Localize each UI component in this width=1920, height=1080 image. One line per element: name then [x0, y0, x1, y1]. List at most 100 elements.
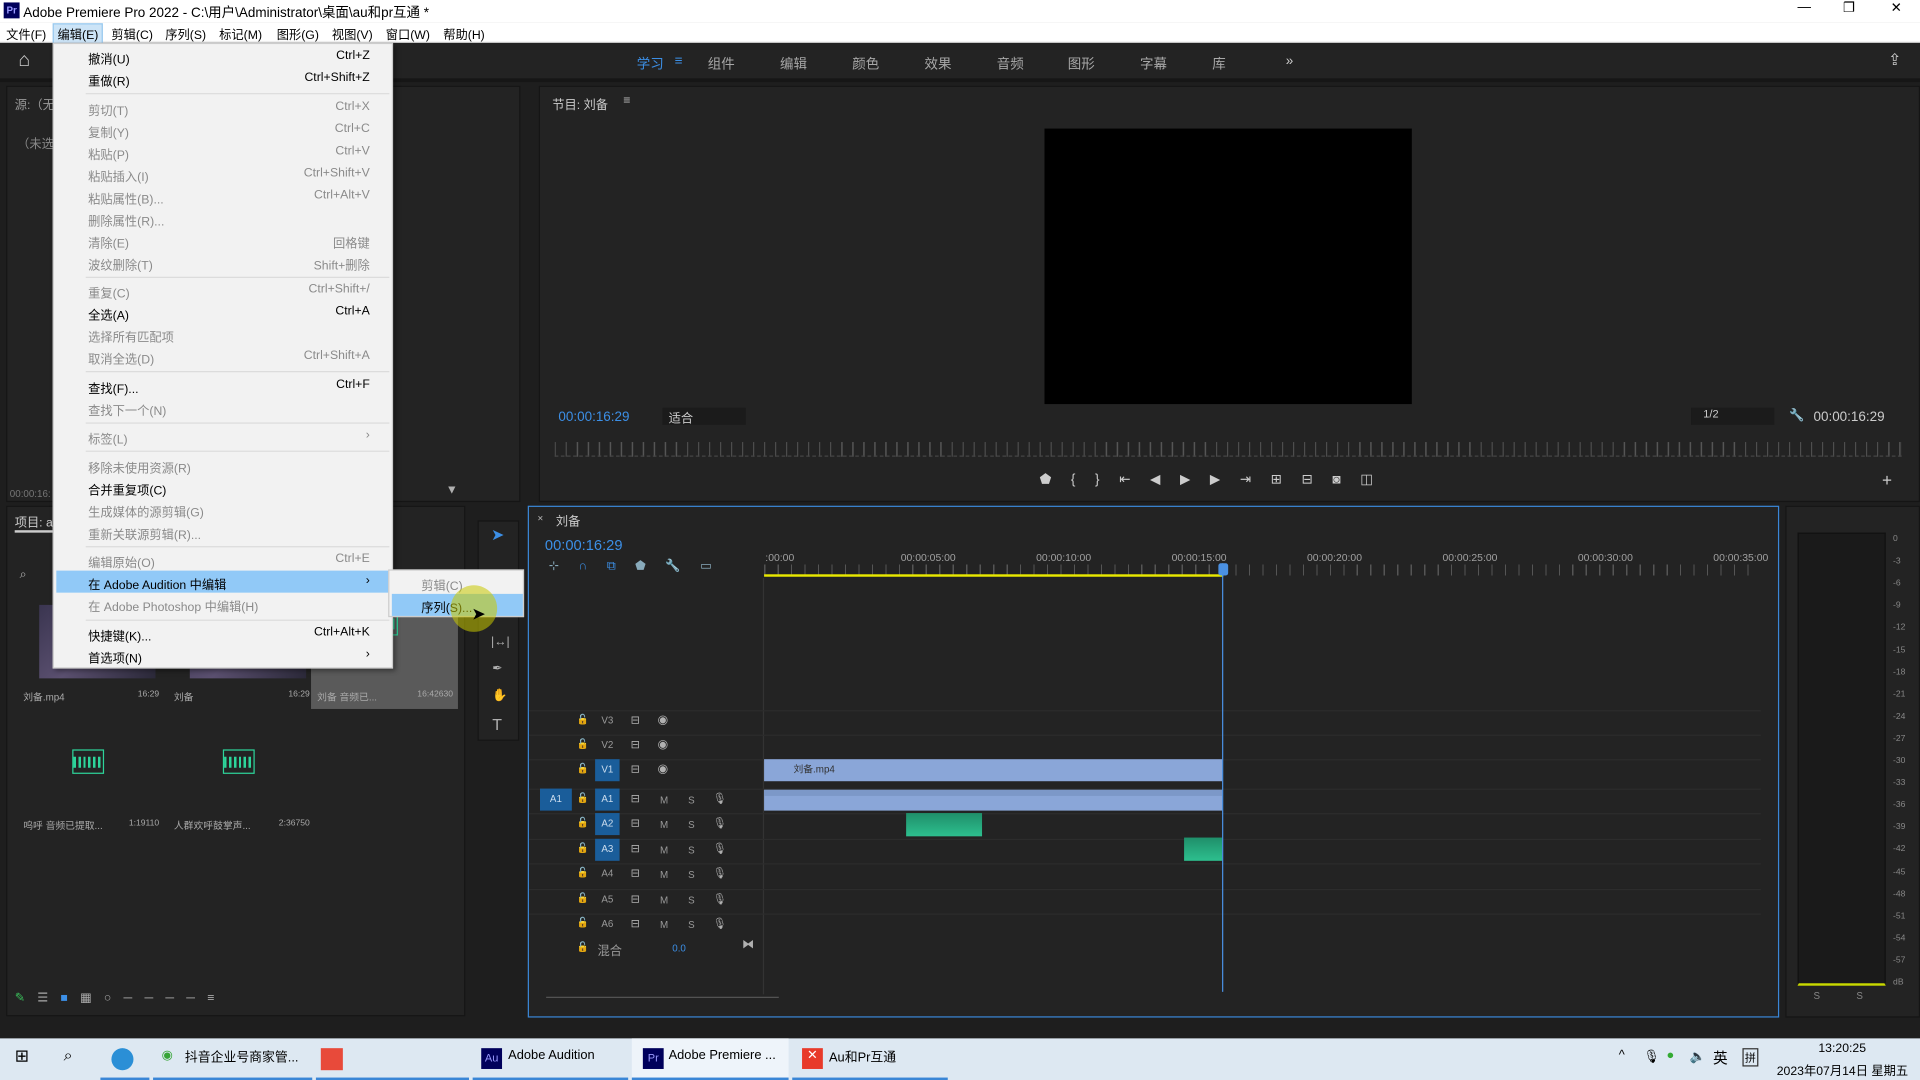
menu-6[interactable]: 视图(V)	[332, 24, 373, 42]
ime-language[interactable]: 英	[1713, 1047, 1728, 1068]
video-clip[interactable]: 刘备.mp4	[764, 759, 1223, 782]
sync-lock-icon[interactable]: ⊟	[631, 917, 640, 930]
workspace-tab[interactable]: 音频	[997, 54, 1024, 74]
ripple-edit-tool-icon[interactable]: |↔|	[491, 636, 510, 649]
lock-icon[interactable]: 🔓	[577, 763, 589, 774]
microphone-icon[interactable]: 🎙	[713, 817, 727, 830]
workspace-tab[interactable]: 学习	[637, 54, 664, 74]
sync-lock-icon[interactable]: ⊟	[631, 738, 640, 751]
premiere-taskbar-icon[interactable]: Pr	[642, 1048, 664, 1069]
pen-tool-icon[interactable]: ✒	[492, 662, 502, 675]
menu-item[interactable]: 波纹删除(T) Shift+删除	[56, 251, 389, 273]
microphone-icon[interactable]: 🎙	[713, 893, 727, 906]
solo-button[interactable]: S	[688, 920, 695, 931]
audio-clip-a2[interactable]	[906, 813, 983, 837]
start-icon[interactable]: ⊞	[15, 1046, 29, 1067]
step-forward-icon[interactable]: ▶	[1210, 473, 1240, 488]
lock-icon[interactable]: 🔓	[577, 893, 589, 904]
menu-item[interactable]: 标签(L) ›	[56, 425, 389, 447]
menu-1[interactable]: 编辑(E)	[52, 23, 104, 45]
menu-0[interactable]: 文件(F)	[6, 24, 46, 42]
filter-icon[interactable]: ▼	[446, 484, 458, 497]
taskbar-app-label[interactable]: 抖音企业号商家管...	[185, 1048, 299, 1066]
mix-value[interactable]: 0.0	[672, 943, 686, 954]
program-timecode[interactable]: 00:00:16:29	[558, 410, 629, 425]
menu-item[interactable]: 移除未使用资源(R)	[56, 454, 389, 476]
menu-item[interactable]: 删除属性(R)...	[56, 207, 389, 229]
microphone-icon[interactable]: 🎙	[713, 917, 727, 930]
mute-button[interactable]: M	[660, 845, 668, 856]
search-icon[interactable]: ⌕	[64, 1046, 73, 1066]
menu-item[interactable]: 快捷键(K)... Ctrl+Alt+K	[56, 622, 389, 644]
step-back-icon[interactable]: ◀	[1150, 473, 1180, 488]
volume-icon[interactable]: 🔈	[1690, 1048, 1706, 1064]
menu-item[interactable]: 清除(E) 回格键	[56, 229, 389, 251]
go-to-in-icon[interactable]: ⇤	[1119, 473, 1150, 488]
minimize-button[interactable]: —	[1798, 0, 1811, 15]
extract-icon[interactable]: ⊟	[1302, 473, 1333, 488]
timeline-timecode[interactable]: 00:00:16:29	[545, 536, 623, 553]
playhead-handle[interactable]	[1218, 563, 1229, 576]
type-tool-icon[interactable]: T	[492, 715, 502, 733]
menu-5[interactable]: 图形(G)	[277, 24, 319, 42]
sync-lock-icon[interactable]: ⊟	[631, 842, 640, 855]
list-view-icon[interactable]: ☰	[37, 992, 60, 1005]
marker-icon[interactable]: ⬟	[1040, 473, 1071, 488]
eye-icon[interactable]: ◉	[658, 738, 669, 751]
tray-chevron-icon[interactable]: ^	[1619, 1048, 1625, 1063]
menu-item[interactable]: 重做(R) Ctrl+Shift+Z	[56, 67, 389, 89]
menu-item[interactable]: 查找(F)... Ctrl+F	[56, 375, 389, 396]
solo-button[interactable]: S	[688, 819, 695, 830]
track-target[interactable]: V2	[595, 735, 619, 757]
menu-8[interactable]: 帮助(H)	[443, 24, 484, 42]
zoom-slider[interactable]: ○────	[104, 992, 207, 1005]
sync-lock-icon[interactable]: ⊟	[631, 763, 640, 776]
playhead[interactable]	[1222, 563, 1224, 992]
sync-lock-icon[interactable]: ⊟	[631, 792, 640, 805]
icon-view-icon[interactable]: ■	[60, 992, 80, 1005]
microphone-icon[interactable]: 🎙	[713, 867, 727, 880]
douyin-app-icon[interactable]: ◉	[162, 1048, 173, 1063]
selection-tool-icon[interactable]: ➤	[491, 525, 504, 545]
eye-icon[interactable]: ◉	[658, 714, 669, 727]
program-menu-icon[interactable]: ≡	[623, 94, 630, 107]
clock-time[interactable]: 13:20:25	[1818, 1042, 1866, 1055]
lock-icon[interactable]: 🔓	[577, 867, 589, 878]
network-icon[interactable]: ●	[1667, 1048, 1675, 1063]
menu-item[interactable]: 在 Adobe Photoshop 中编辑(H)	[56, 593, 389, 614]
menu-item[interactable]: 在 Adobe Audition 中编辑 ›	[56, 570, 390, 593]
audio-clip-a1[interactable]	[764, 789, 1223, 811]
mark-in-icon[interactable]: {	[1071, 473, 1095, 488]
audition-icon[interactable]: Au	[481, 1048, 503, 1069]
menu-item[interactable]: 剪切(T) Ctrl+X	[56, 97, 389, 118]
menu-item[interactable]: 合并重复项(C)	[56, 476, 389, 498]
captions-icon[interactable]: ▭	[700, 560, 731, 573]
workspace-tab[interactable]: 图形	[1068, 54, 1095, 74]
menu-item[interactable]: 生成媒体的源剪辑(G)	[56, 498, 389, 520]
audio-clip-a3[interactable]	[1184, 837, 1223, 861]
mark-out-icon[interactable]: }	[1095, 473, 1119, 488]
compare-icon[interactable]: ◫	[1360, 473, 1392, 488]
menu-item[interactable]: 取消全选(D) Ctrl+Shift+A	[56, 345, 389, 367]
clock-date[interactable]: 2023年07月14日 星期五	[1777, 1060, 1908, 1078]
work-area-bar[interactable]	[764, 574, 1224, 577]
home-icon[interactable]: ⌂	[18, 50, 30, 72]
menu-item[interactable]: 全选(A) Ctrl+A	[56, 301, 389, 323]
solo-button[interactable]: S	[688, 845, 695, 856]
meter-solo-button[interactable]: S	[1856, 991, 1863, 1002]
track-target[interactable]: A3	[595, 838, 620, 861]
workspace-tab[interactable]: 字幕	[1140, 54, 1167, 74]
lock-icon[interactable]: 🔓	[577, 842, 589, 853]
resolution-dropdown[interactable]: 1/2	[1691, 407, 1775, 425]
workspace-tab[interactable]: 库	[1212, 54, 1225, 74]
menu-item[interactable]: 重复(C) Ctrl+Shift+/	[56, 279, 389, 301]
menu-item[interactable]: 编辑原始(O) Ctrl+E	[56, 549, 389, 570]
snap-icon[interactable]: ∩	[578, 560, 606, 573]
lock-icon[interactable]: 🔓	[577, 792, 589, 803]
settings-wrench-icon[interactable]: 🔧	[665, 560, 700, 573]
menu-item[interactable]: 粘贴属性(B)... Ctrl+Alt+V	[56, 185, 389, 207]
menu-item[interactable]: 撤消(U) Ctrl+Z	[56, 45, 389, 67]
share-icon[interactable]: ⇪	[1888, 50, 1901, 70]
mute-button[interactable]: M	[660, 869, 668, 880]
menu-item[interactable]: 首选项(N) ›	[56, 644, 389, 666]
